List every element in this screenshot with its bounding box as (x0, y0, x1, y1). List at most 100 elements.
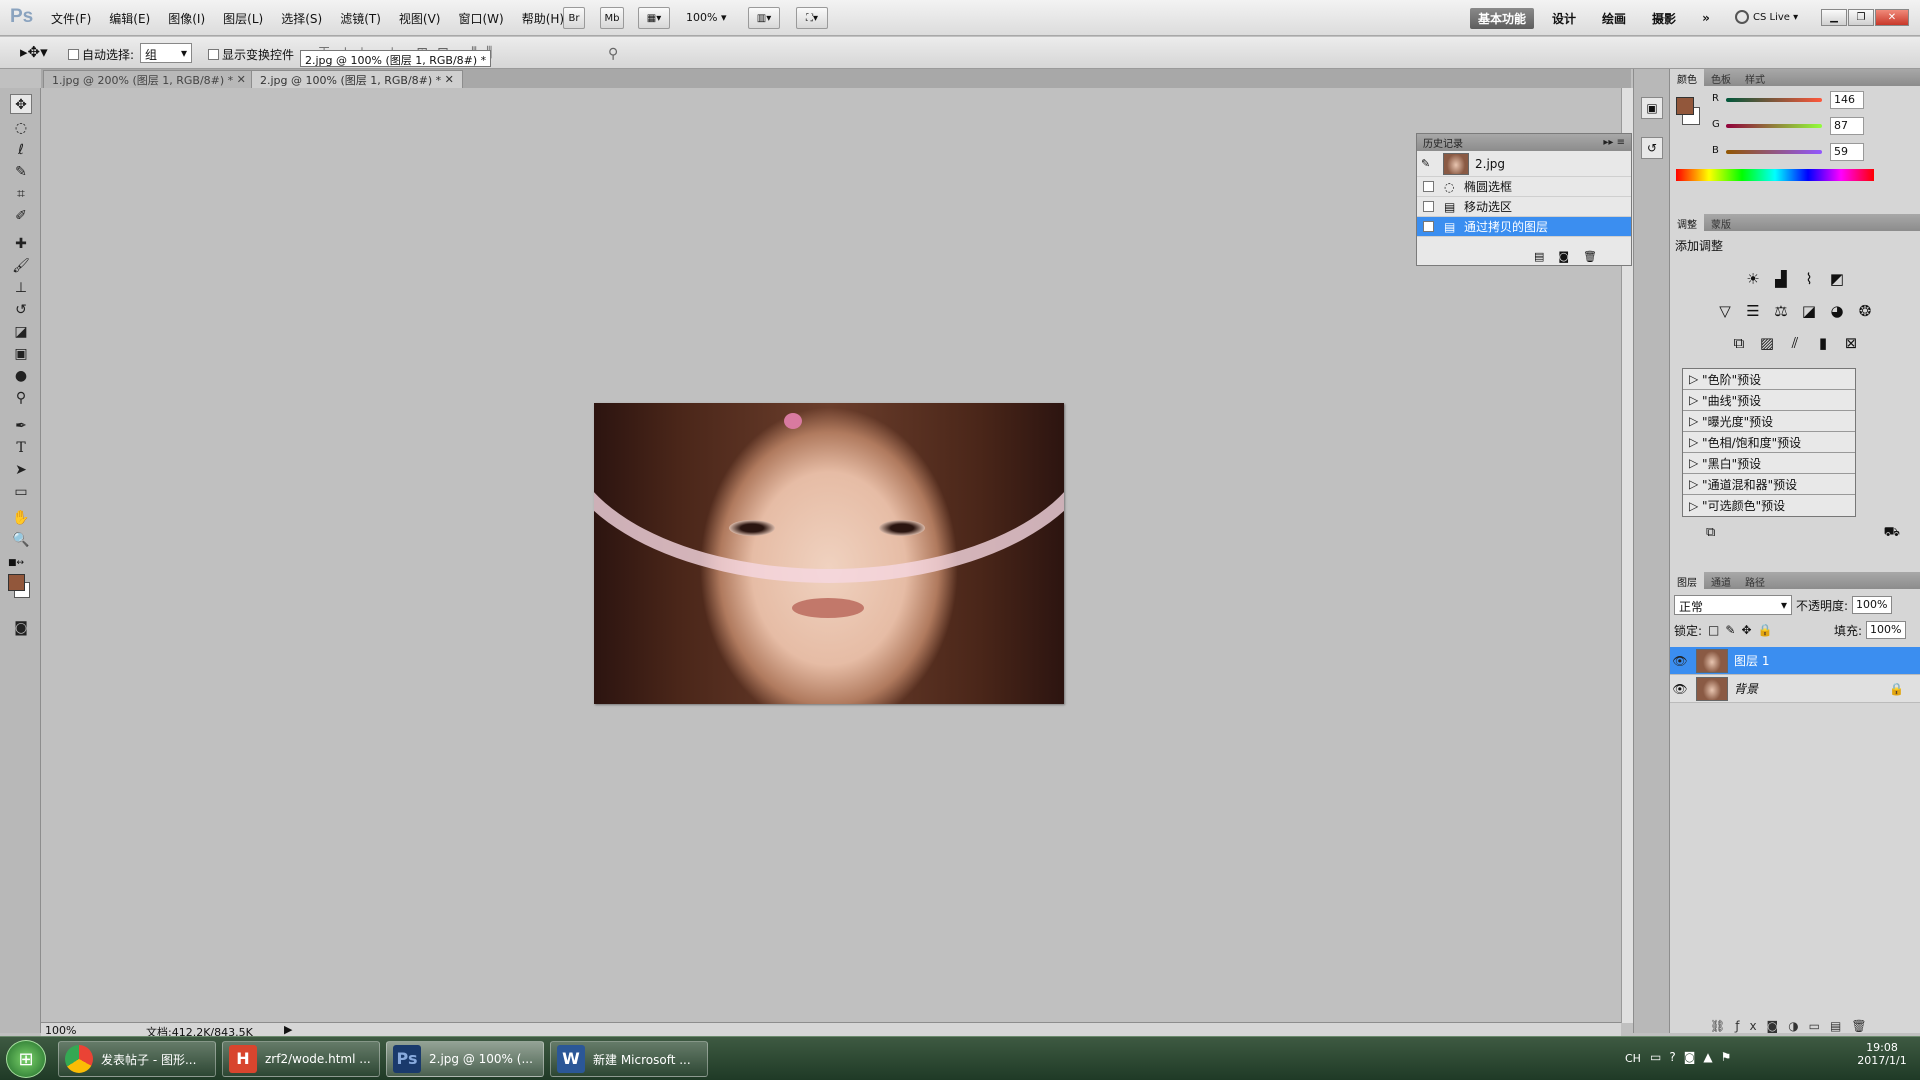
menu-view[interactable]: 视图(V) (390, 10, 450, 27)
blue-slider[interactable] (1726, 150, 1822, 154)
minimize-button[interactable]: ▁ (1821, 9, 1847, 26)
tab-styles[interactable]: 样式 (1738, 69, 1772, 86)
navigator-icon[interactable]: ▣ (1641, 97, 1663, 119)
layers-footer-buttons[interactable]: ⛓ƒx◙◑▭▤🗑 (1710, 1019, 1877, 1033)
collapse-icon[interactable]: ▸▸ ≡ (1603, 137, 1625, 148)
history-brush-tool-icon[interactable]: ↺ (10, 300, 32, 320)
green-value-field[interactable]: 87 (1830, 117, 1864, 135)
preset-hue-saturation[interactable]: ▷ "色相/饱和度"预设 (1683, 432, 1855, 453)
type-tool-icon[interactable]: T (10, 438, 32, 458)
taskbar-item-browser[interactable]: 发表帖子 - 图形... (58, 1041, 216, 1077)
auto-align-icon[interactable]: ⚲ (608, 46, 618, 62)
preset-curves[interactable]: ▷ "曲线"预设 (1683, 390, 1855, 411)
fg-color-chip[interactable] (1676, 97, 1694, 115)
document-image[interactable] (594, 403, 1064, 704)
quick-mask-icon[interactable]: ◙ (10, 618, 32, 638)
hand-tool-icon[interactable]: ✋ (10, 508, 32, 528)
auto-select-checkbox[interactable] (68, 49, 79, 60)
history-item[interactable]: ▤ 移动选区 (1417, 197, 1631, 217)
brush-tool-icon[interactable]: 🖌 (10, 256, 32, 276)
pen-tool-icon[interactable]: ✒ (10, 416, 32, 436)
channel-mixer-icon[interactable]: ❂ (1854, 300, 1876, 322)
tray-icons[interactable]: ▭?◙▲⚑ (1650, 1050, 1739, 1064)
show-transform-checkbox[interactable] (208, 49, 219, 60)
history-item[interactable]: ▤ 通过拷贝的图层 (1417, 217, 1631, 237)
history-panel-icon[interactable]: ↺ (1641, 137, 1663, 159)
tab-layers[interactable]: 图层 (1670, 572, 1704, 589)
brightness-icon[interactable]: ☀ (1742, 268, 1764, 290)
posterize-icon[interactable]: ▨ (1756, 332, 1778, 354)
more-workspaces-button[interactable]: » (1694, 9, 1718, 27)
bridge-button[interactable]: Br (563, 7, 585, 29)
menu-layer[interactable]: 图层(L) (214, 10, 272, 27)
tab-masks[interactable]: 蒙版 (1704, 214, 1738, 231)
quick-select-tool-icon[interactable]: ✎ (10, 162, 32, 182)
close-window-button[interactable]: ✕ (1875, 9, 1909, 26)
preset-selective-color[interactable]: ▷ "可选颜色"预设 (1683, 495, 1855, 516)
close-tab-icon[interactable]: ✕ (237, 73, 246, 86)
marquee-tool-icon[interactable]: ◌ (10, 118, 32, 138)
move-tool-preset-icon[interactable]: ▸✥▾ (20, 43, 48, 61)
preset-levels[interactable]: ▷ "色阶"预设 (1683, 369, 1855, 390)
path-select-tool-icon[interactable]: ➤ (10, 460, 32, 480)
foreground-color-swatch[interactable] (8, 574, 25, 591)
layer-row[interactable]: 👁 图层 1 (1670, 647, 1920, 675)
fill-field[interactable]: 100% (1866, 621, 1906, 639)
dodge-tool-icon[interactable]: ⚲ (10, 388, 32, 408)
cs-live-button[interactable]: CS Live ▾ (1735, 10, 1798, 24)
tab-adjustments[interactable]: 调整 (1670, 214, 1704, 231)
tab-doc-1[interactable]: 1.jpg @ 200% (图层 1, RGB/8#) * ✕ (43, 70, 255, 88)
menu-filter[interactable]: 滤镜(T) (331, 10, 390, 27)
status-menu-arrow[interactable]: ▶ (284, 1023, 292, 1036)
exposure-icon[interactable]: ◩ (1826, 268, 1848, 290)
threshold-icon[interactable]: ⫽ (1784, 332, 1806, 354)
show-transform-option[interactable]: 显示变换控件 (208, 46, 294, 63)
clone-stamp-tool-icon[interactable]: ⊥ (10, 278, 32, 298)
start-button[interactable]: ⊞ (6, 1040, 46, 1078)
eye-icon[interactable]: 👁 (1670, 682, 1690, 696)
invert-icon[interactable]: ⧉ (1728, 332, 1750, 354)
history-item[interactable]: ◌ 椭圆选框 (1417, 177, 1631, 197)
red-value-field[interactable]: 146 (1830, 91, 1864, 109)
menu-select[interactable]: 选择(S) (272, 10, 331, 27)
workspace-design[interactable]: 设计 (1544, 8, 1584, 29)
tab-color[interactable]: 颜色 (1670, 69, 1704, 86)
workspace-painting[interactable]: 绘画 (1594, 8, 1634, 29)
hue-saturation-icon[interactable]: ☰ (1742, 300, 1764, 322)
blur-tool-icon[interactable]: ● (10, 366, 32, 386)
menu-edit[interactable]: 编辑(E) (100, 10, 159, 27)
history-footer-buttons[interactable]: ▤◙🗑 (1534, 250, 1611, 263)
eraser-tool-icon[interactable]: ◪ (10, 322, 32, 342)
view-extras-button[interactable]: ▦▾ (638, 7, 670, 29)
menu-window[interactable]: 窗口(W) (449, 10, 512, 27)
menu-file[interactable]: 文件(F) (42, 10, 100, 27)
menu-image[interactable]: 图像(I) (159, 10, 214, 27)
tab-swatches[interactable]: 色板 (1704, 69, 1738, 86)
workspace-photography[interactable]: 摄影 (1644, 8, 1684, 29)
auto-select-dropdown[interactable]: 组 ▾ (140, 43, 192, 63)
shape-tool-icon[interactable]: ▭ (10, 482, 32, 502)
minibridge-button[interactable]: Mb (600, 7, 624, 29)
preset-exposure[interactable]: ▷ "曝光度"预设 (1683, 411, 1855, 432)
screen-mode-button[interactable]: ⛶▾ (796, 7, 828, 29)
layer-row[interactable]: 👁 背景 🔒 (1670, 675, 1920, 703)
tab-doc-2[interactable]: 2.jpg @ 100% (图层 1, RGB/8#) * ✕ (251, 70, 463, 88)
workspace-essentials[interactable]: 基本功能 (1470, 7, 1535, 29)
restore-button[interactable]: ❐ (1848, 9, 1874, 26)
opacity-field[interactable]: 100% (1852, 596, 1893, 614)
move-tool-icon[interactable]: ✥ (10, 94, 32, 114)
default-colors-icon[interactable]: ■↔ (8, 558, 24, 568)
arrange-docs-button[interactable]: ▥▾ (748, 7, 780, 29)
vibrance-icon[interactable]: ▽ (1714, 300, 1736, 322)
eyedropper-tool-icon[interactable]: ✐ (10, 206, 32, 226)
history-panel-header[interactable]: 历史记录 ▸▸ ≡ (1417, 134, 1631, 151)
eye-icon[interactable]: 👁 (1670, 654, 1690, 668)
tab-channels[interactable]: 通道 (1704, 572, 1738, 589)
taskbar-item-photoshop[interactable]: Ps 2.jpg @ 100% (... (386, 1041, 544, 1077)
color-balance-icon[interactable]: ⚖ (1770, 300, 1792, 322)
zoom-level[interactable]: 100% ▾ (686, 11, 726, 24)
close-tab-icon[interactable]: ✕ (445, 73, 454, 86)
lock-icons[interactable]: □✎✥🔒 (1708, 623, 1778, 637)
auto-select-option[interactable]: 自动选择: (68, 46, 134, 63)
adjust-panel-options-icon[interactable]: ⛟ (1884, 525, 1900, 542)
